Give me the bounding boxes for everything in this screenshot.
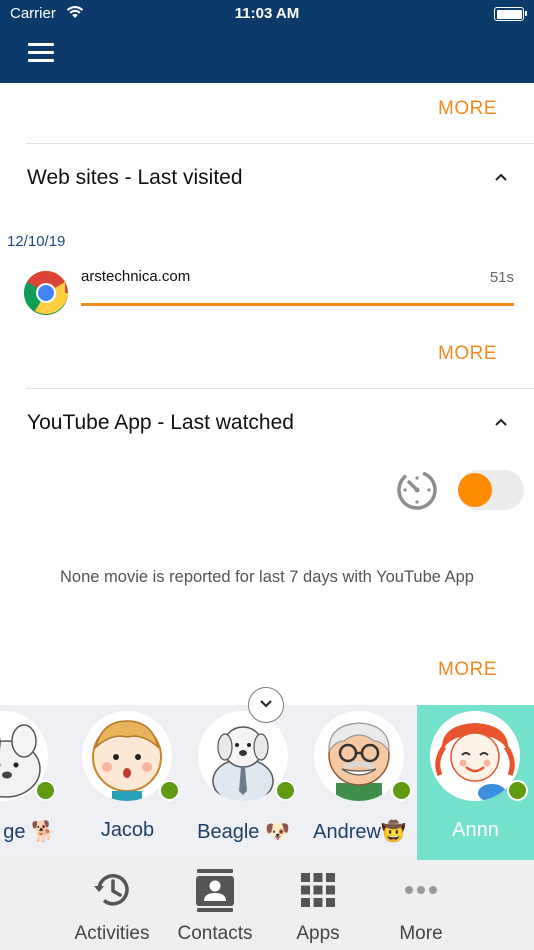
contacts-strip[interactable]: ge 🐕 Jacob Beagle 🐶 Andrew🤠 Annn <box>0 705 534 860</box>
contact-card-icon <box>196 869 234 912</box>
nav-bar <box>0 28 534 83</box>
online-indicator <box>275 780 296 801</box>
history-icon <box>94 874 129 906</box>
tab-label: Contacts <box>177 923 253 944</box>
chrome-icon <box>24 271 68 315</box>
toggle-knob <box>458 473 492 507</box>
contact-item[interactable]: Beagle 🐶 <box>185 705 302 860</box>
tab-more[interactable]: More <box>371 860 471 950</box>
contact-item[interactable]: Andrew🤠 <box>301 705 418 860</box>
contact-name: ge 🐕 <box>3 821 56 843</box>
online-indicator <box>507 780 528 801</box>
contact-name: Andrew🤠 <box>313 821 406 843</box>
contact-name: Jacob <box>100 819 155 841</box>
activity-content[interactable]: MORE Web sites - Last visited 12/10/19 a… <box>0 83 534 705</box>
tab-label: More <box>399 923 443 944</box>
apps-grid-icon <box>301 873 335 907</box>
hamburger-menu-icon[interactable] <box>28 43 54 65</box>
more-button-web[interactable]: MORE <box>438 343 497 365</box>
more-button-top[interactable]: MORE <box>438 98 497 120</box>
status-bar: Carrier 11:03 AM <box>0 0 534 28</box>
online-indicator <box>35 780 56 801</box>
divider <box>26 388 534 389</box>
youtube-title: YouTube App - Last watched <box>27 411 294 434</box>
divider <box>26 143 534 144</box>
site-duration: 51s <box>489 269 514 286</box>
contact-item-active[interactable]: Annn <box>417 705 534 860</box>
more-dots-icon <box>405 886 437 894</box>
chevron-down-icon <box>260 700 272 708</box>
tab-bar: Activities Contacts Apps More <box>0 860 534 950</box>
more-button-youtube[interactable]: MORE <box>438 659 497 681</box>
youtube-toggle[interactable] <box>458 470 524 510</box>
visit-date: 12/10/19 <box>7 233 66 250</box>
chevron-up-icon[interactable] <box>494 172 508 182</box>
collapse-contacts-button[interactable] <box>248 687 284 723</box>
contact-name: Annn <box>452 819 499 841</box>
tab-contacts[interactable]: Contacts <box>165 860 265 950</box>
contact-item[interactable]: Jacob <box>69 705 186 860</box>
tab-apps[interactable]: Apps <box>268 860 368 950</box>
tab-label: Apps <box>296 923 340 944</box>
site-name: arstechnica.com <box>81 268 191 285</box>
contact-item[interactable]: ge 🐕 <box>0 705 62 860</box>
contact-name: Beagle 🐶 <box>197 821 290 843</box>
online-indicator <box>391 780 412 801</box>
web-sites-title: Web sites - Last visited <box>27 166 243 189</box>
tab-activities[interactable]: Activities <box>62 860 162 950</box>
tab-label: Activities <box>74 923 150 944</box>
online-indicator <box>159 780 180 801</box>
clock: 11:03 AM <box>234 5 300 22</box>
empty-message: None movie is reported for last 7 days w… <box>60 568 474 586</box>
site-usage-bar <box>81 303 514 306</box>
chevron-up-icon[interactable] <box>494 417 508 427</box>
battery-icon <box>494 7 527 21</box>
timer-icon[interactable] <box>395 468 439 512</box>
